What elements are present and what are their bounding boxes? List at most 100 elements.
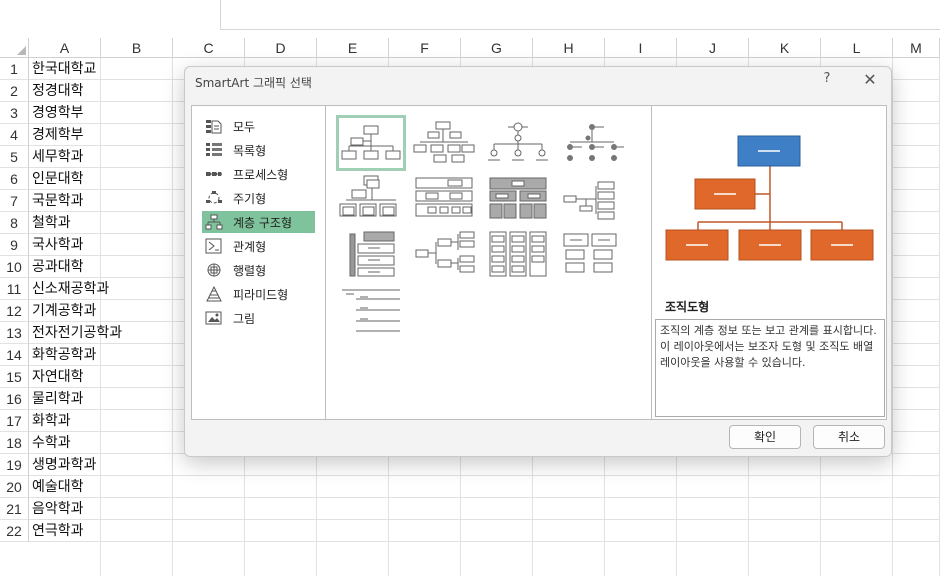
layout-labeled-hierarchy[interactable] xyxy=(340,230,410,286)
layout-gallery xyxy=(325,105,652,420)
layout-lined-list[interactable] xyxy=(340,286,410,342)
category-picture[interactable]: 그림 xyxy=(202,307,315,329)
layout-half-circle-org-chart[interactable] xyxy=(338,174,408,230)
column-header-A[interactable]: A xyxy=(29,38,101,58)
row-header-5[interactable]: 5 xyxy=(0,146,29,168)
category-cycle[interactable]: 주기형 xyxy=(202,187,315,209)
row-header-1[interactable]: 1 xyxy=(0,58,29,80)
org-chart-preview xyxy=(665,135,874,261)
row-header-11[interactable]: 11 xyxy=(0,278,29,300)
category-label: 피라미드형 xyxy=(233,287,289,302)
cell-a11[interactable]: 신소재공학과 xyxy=(32,278,109,300)
cell-a2[interactable]: 정경대학 xyxy=(32,80,84,102)
grid-row-line xyxy=(29,541,940,542)
column-header-L[interactable]: L xyxy=(821,38,893,58)
category-process[interactable]: 프로세스형 xyxy=(202,163,315,185)
matrix-icon xyxy=(205,262,223,278)
select-all-corner[interactable] xyxy=(0,38,29,58)
row-header-8[interactable]: 8 xyxy=(0,212,29,234)
cell-a13[interactable]: 전자전기공학과 xyxy=(32,322,122,344)
row-header-21[interactable]: 21 xyxy=(0,498,29,520)
row-header-14[interactable]: 14 xyxy=(0,344,29,366)
grid-row-line xyxy=(29,497,940,498)
layout-name-title-org-chart[interactable] xyxy=(412,118,482,174)
cell-a14[interactable]: 화학공학과 xyxy=(32,344,96,366)
hierarchy-icon xyxy=(205,214,223,230)
column-header-H[interactable]: H xyxy=(533,38,605,58)
preview-pane: 조직도형 조직의 계층 정보 또는 보고 관계를 표시합니다. 이 레이아웃에서… xyxy=(651,105,887,420)
category-all[interactable]: 모두 xyxy=(202,115,315,137)
category-pyramid[interactable]: 피라미드형 xyxy=(202,283,315,305)
row-header-18[interactable]: 18 xyxy=(0,432,29,454)
cell-a16[interactable]: 물리학과 xyxy=(32,388,84,410)
column-header-F[interactable]: F xyxy=(389,38,461,58)
cell-a17[interactable]: 화학과 xyxy=(32,410,71,432)
column-header-J[interactable]: J xyxy=(677,38,749,58)
cell-a18[interactable]: 수학과 xyxy=(32,432,71,454)
category-label: 행렬형 xyxy=(233,263,267,278)
category-label: 모두 xyxy=(233,119,256,134)
layout-table-hierarchy[interactable] xyxy=(414,174,484,230)
row-header-2[interactable]: 2 xyxy=(0,80,29,102)
layout-hierarchy-circles[interactable] xyxy=(562,118,632,174)
cell-a15[interactable]: 자연대학 xyxy=(32,366,84,388)
cell-a5[interactable]: 세무학과 xyxy=(32,146,84,168)
layout-horizontal-hierarchy[interactable] xyxy=(414,230,484,286)
cell-a7[interactable]: 국문학과 xyxy=(32,190,84,212)
row-header-20[interactable]: 20 xyxy=(0,476,29,498)
cell-a3[interactable]: 경영학부 xyxy=(32,102,84,124)
cell-a6[interactable]: 인문대학 xyxy=(32,168,84,190)
category-list[interactable]: 목록형 xyxy=(202,139,315,161)
category-relationship[interactable]: 관계형 xyxy=(202,235,315,257)
layout-hierarchy-list[interactable] xyxy=(488,230,558,286)
cell-a19[interactable]: 생명과학과 xyxy=(32,454,96,476)
list-icon xyxy=(205,142,223,158)
row-header-9[interactable]: 9 xyxy=(0,234,29,256)
row-header-16[interactable]: 16 xyxy=(0,388,29,410)
close-button[interactable]: ✕ xyxy=(861,70,879,89)
category-label: 프로세스형 xyxy=(233,167,289,182)
column-header-E[interactable]: E xyxy=(317,38,389,58)
layout-architecture-layout[interactable] xyxy=(488,176,558,232)
column-header-C[interactable]: C xyxy=(173,38,245,58)
column-header-K[interactable]: K xyxy=(749,38,821,58)
cell-a12[interactable]: 기계공학과 xyxy=(32,300,96,322)
ok-button[interactable]: 확인 xyxy=(729,425,801,449)
category-matrix[interactable]: 행렬형 xyxy=(202,259,315,281)
layout-org-chart[interactable] xyxy=(336,115,406,171)
row-header-15[interactable]: 15 xyxy=(0,366,29,388)
column-header-I[interactable]: I xyxy=(605,38,677,58)
cell-a10[interactable]: 공과대학 xyxy=(32,256,84,278)
cell-a9[interactable]: 국사학과 xyxy=(32,234,84,256)
row-header-3[interactable]: 3 xyxy=(0,102,29,124)
category-hierarchy[interactable]: 계층 구조형 xyxy=(202,211,315,233)
row-header-10[interactable]: 10 xyxy=(0,256,29,278)
cell-a1[interactable]: 한국대학교 xyxy=(32,58,96,80)
layout-lined-list-hierarchy[interactable] xyxy=(562,230,632,286)
column-header-M[interactable]: M xyxy=(893,38,940,58)
row-header-6[interactable]: 6 xyxy=(0,168,29,190)
row-header-19[interactable]: 19 xyxy=(0,454,29,476)
cell-a22[interactable]: 연극학과 xyxy=(32,520,84,542)
cell-a8[interactable]: 철학과 xyxy=(32,212,71,234)
grid-row-line xyxy=(29,519,940,520)
row-header-17[interactable]: 17 xyxy=(0,410,29,432)
column-header-D[interactable]: D xyxy=(245,38,317,58)
cell-a4[interactable]: 경제학부 xyxy=(32,124,84,146)
pyramid-icon xyxy=(205,286,223,302)
layout-horizontal-org-chart[interactable] xyxy=(562,176,632,232)
row-header-13[interactable]: 13 xyxy=(0,322,29,344)
row-header-12[interactable]: 12 xyxy=(0,300,29,322)
cell-a20[interactable]: 예술대학 xyxy=(32,476,84,498)
row-header-7[interactable]: 7 xyxy=(0,190,29,212)
layout-circle-picture-hierarchy[interactable] xyxy=(486,118,556,174)
row-header-4[interactable]: 4 xyxy=(0,124,29,146)
column-header-B[interactable]: B xyxy=(101,38,173,58)
cell-a21[interactable]: 음악학과 xyxy=(32,498,84,520)
cancel-button[interactable]: 취소 xyxy=(813,425,885,449)
column-header-G[interactable]: G xyxy=(461,38,533,58)
row-header-22[interactable]: 22 xyxy=(0,520,29,542)
preview-description: 조직의 계층 정보 또는 보고 관계를 표시합니다. 이 레이아웃에서는 보조자… xyxy=(655,319,885,417)
formula-input[interactable] xyxy=(220,0,940,30)
help-button[interactable]: ? xyxy=(819,71,835,86)
